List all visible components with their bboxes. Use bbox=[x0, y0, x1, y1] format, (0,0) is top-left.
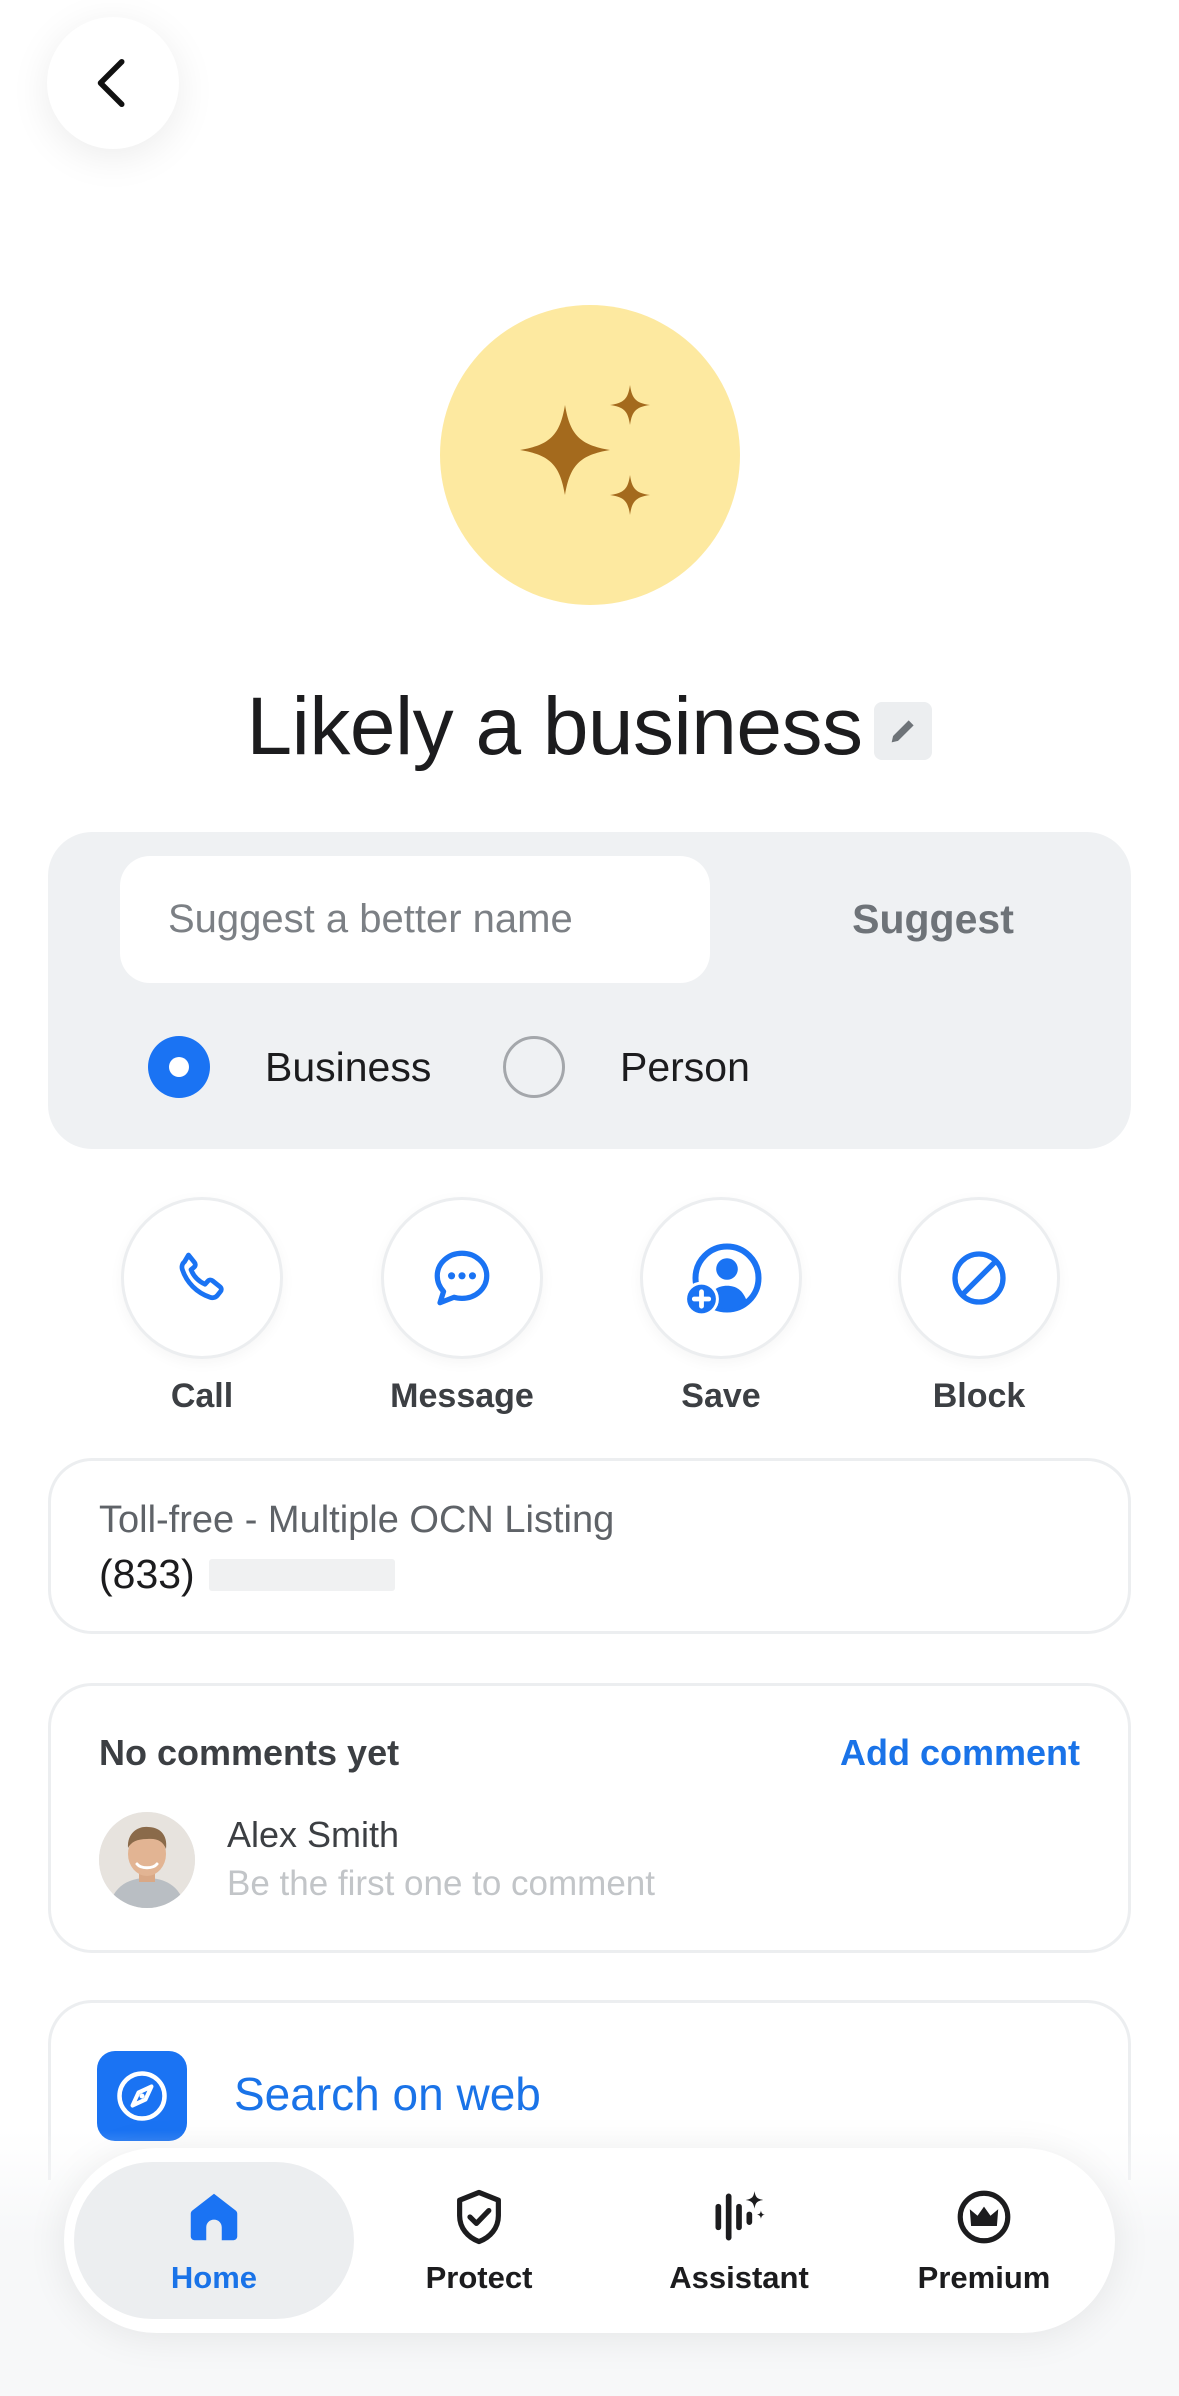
nav-label-protect: Protect bbox=[425, 2259, 533, 2295]
call-action[interactable]: Call bbox=[121, 1197, 283, 1416]
radio-unselected-icon bbox=[503, 1036, 565, 1098]
page-title: Likely a business bbox=[246, 681, 863, 772]
block-label: Block bbox=[932, 1377, 1026, 1415]
phone-number: (833) bbox=[99, 1551, 395, 1598]
caller-profile-screen: Likely a business Suggest Business Perso… bbox=[0, 0, 1179, 2396]
radio-option-business[interactable]: Business bbox=[148, 1032, 431, 1102]
edit-name-button[interactable] bbox=[874, 702, 933, 760]
radio-label-business: Business bbox=[265, 1043, 432, 1090]
nav-protect[interactable]: Protect bbox=[379, 2162, 579, 2319]
user-photo-icon bbox=[99, 1812, 195, 1908]
save-label: Save bbox=[681, 1377, 761, 1415]
avatar bbox=[99, 1812, 195, 1908]
nav-label-home: Home bbox=[170, 2259, 258, 2295]
save-button[interactable] bbox=[640, 1197, 802, 1359]
profile-avatar bbox=[440, 305, 740, 605]
chat-bubble-icon bbox=[434, 1250, 490, 1306]
home-icon bbox=[190, 2193, 238, 2240]
shield-check-icon bbox=[457, 2189, 501, 2244]
carrier-label: Toll-free - Multiple OCN Listing bbox=[99, 1499, 615, 1541]
nav-home[interactable]: Home bbox=[74, 2162, 354, 2319]
back-button[interactable] bbox=[47, 17, 179, 149]
nav-label-premium: Premium bbox=[917, 2259, 1051, 2295]
message-label: Message bbox=[390, 1377, 534, 1415]
crown-icon bbox=[957, 2190, 1011, 2243]
call-button[interactable] bbox=[121, 1197, 283, 1359]
comments-card: No comments yet Add comment Alex Smith B… bbox=[48, 1683, 1131, 1953]
comment-hint[interactable]: Be the first one to comment bbox=[227, 1864, 655, 1904]
add-contact-icon bbox=[684, 1243, 762, 1317]
call-label: Call bbox=[170, 1377, 234, 1415]
suggest-name-input[interactable] bbox=[120, 856, 710, 983]
add-comment-link[interactable]: Add comment bbox=[840, 1732, 1080, 1774]
assistant-waveform-icon bbox=[715, 2190, 765, 2241]
message-action[interactable]: Message bbox=[381, 1197, 543, 1416]
redacted-number bbox=[208, 1558, 395, 1591]
pencil-icon bbox=[892, 720, 915, 743]
suggest-name-card: Suggest Business Person bbox=[48, 832, 1131, 1149]
nav-assistant[interactable]: Assistant bbox=[629, 2162, 849, 2319]
message-button[interactable] bbox=[381, 1197, 543, 1359]
phone-number-prefix: (833) bbox=[99, 1551, 195, 1597]
save-action[interactable]: Save bbox=[640, 1197, 802, 1416]
radio-selected-icon bbox=[148, 1036, 210, 1098]
search-web-icon-tile bbox=[97, 2051, 187, 2141]
radio-option-person[interactable]: Person bbox=[503, 1032, 750, 1102]
nav-premium[interactable]: Premium bbox=[884, 2162, 1084, 2319]
profile-title-row: Likely a business bbox=[0, 680, 1179, 774]
phone-icon bbox=[179, 1252, 224, 1301]
block-icon bbox=[952, 1251, 1006, 1305]
chevron-left-icon bbox=[97, 59, 125, 107]
sparkles-icon bbox=[520, 385, 650, 515]
number-info-card: Toll-free - Multiple OCN Listing (833) bbox=[48, 1458, 1131, 1634]
block-action[interactable]: Block bbox=[898, 1197, 1060, 1416]
compass-icon bbox=[117, 2071, 167, 2121]
block-button[interactable] bbox=[898, 1197, 1060, 1359]
search-on-web-label: Search on web bbox=[234, 2068, 541, 2120]
bottom-nav: Home Protect Assistant Premium bbox=[64, 2148, 1115, 2333]
commenter-name: Alex Smith bbox=[227, 1814, 400, 1855]
radio-label-person: Person bbox=[620, 1043, 750, 1090]
suggest-button[interactable]: Suggest bbox=[768, 856, 1098, 983]
comments-heading: No comments yet bbox=[99, 1732, 400, 1773]
nav-label-assistant: Assistant bbox=[669, 2259, 809, 2295]
